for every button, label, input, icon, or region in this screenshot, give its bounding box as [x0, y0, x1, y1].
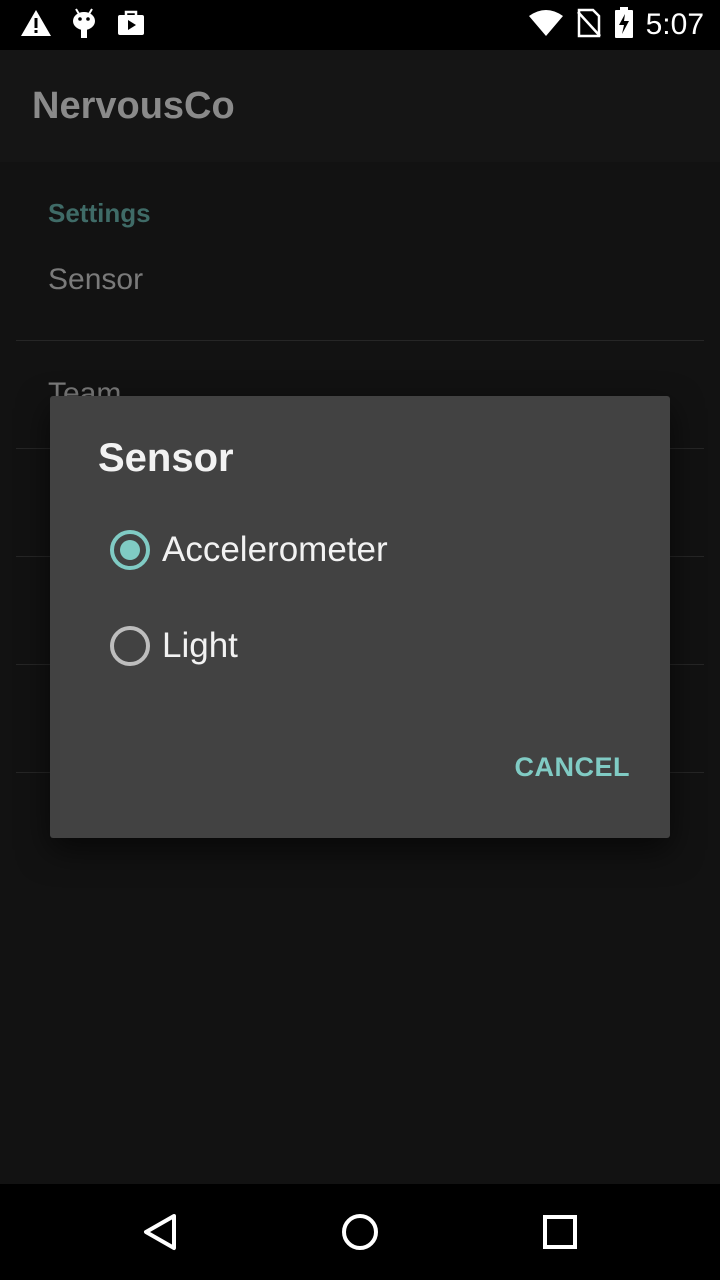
cancel-button[interactable]: CANCEL [515, 752, 631, 783]
option-accelerometer[interactable]: Accelerometer [106, 505, 626, 595]
home-icon[interactable] [336, 1208, 384, 1256]
wifi-icon [528, 9, 564, 41]
back-icon[interactable] [136, 1208, 184, 1256]
android-debug-icon [70, 7, 98, 43]
status-right-icons: 5:07 [516, 7, 704, 43]
sensor-dialog: Sensor Accelerometer Light CANCEL [50, 396, 670, 838]
option-light[interactable]: Light [106, 601, 626, 691]
status-time: 5:07 [645, 8, 704, 41]
app-title: NervousCo [32, 84, 235, 127]
pref-label-sensor: Sensor [48, 263, 144, 296]
no-sim-icon [576, 8, 602, 42]
radio-unchecked-icon[interactable] [106, 622, 154, 670]
recents-icon[interactable] [536, 1208, 584, 1256]
option-label-accelerometer: Accelerometer [162, 530, 388, 569]
dialog-title: Sensor [98, 436, 234, 480]
battery-charging-icon [614, 7, 634, 43]
navigation-bar [0, 1184, 720, 1280]
settings-category-title: Settings [48, 198, 151, 228]
warning-icon [20, 8, 52, 42]
app-bar: NervousCo [0, 50, 720, 162]
play-store-icon [116, 9, 146, 41]
status-left-icons [20, 7, 164, 43]
pref-item-sensor[interactable]: Sensor [16, 233, 704, 341]
status-bar: 5:07 [0, 0, 720, 50]
option-label-light: Light [162, 626, 238, 665]
radio-checked-icon[interactable] [106, 526, 154, 574]
screen: 5:07 NervousCo Settings Sensor Team Sens… [0, 0, 720, 1280]
